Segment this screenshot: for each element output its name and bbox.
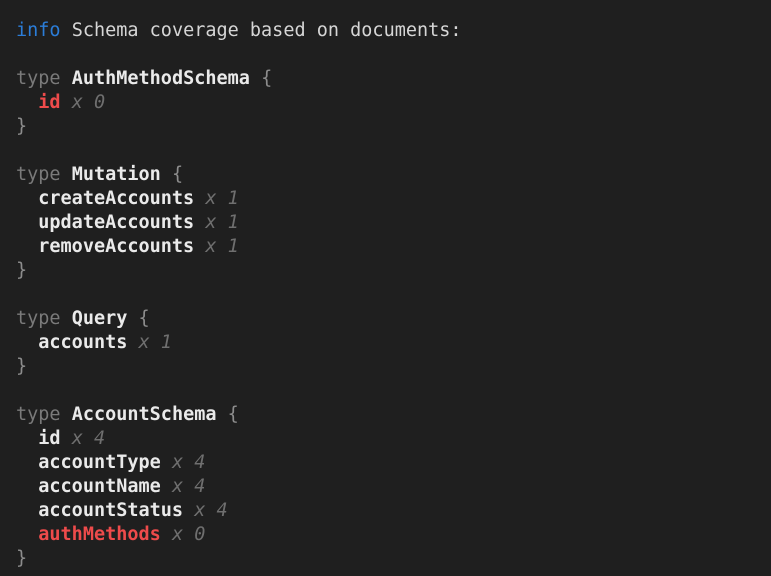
type-name: Mutation [72, 164, 161, 185]
log-header-line: info Schema coverage based on documents: [16, 19, 755, 43]
field-name: removeAccounts [38, 236, 194, 257]
field-line-createaccounts: createAccounts x 1 [16, 187, 755, 211]
usage-label: x [194, 500, 205, 521]
type-keyword: type [16, 404, 61, 425]
field-name: id [38, 428, 60, 449]
open-brace: { [261, 68, 272, 89]
open-brace: { [139, 308, 150, 329]
blank-line [16, 43, 755, 67]
close-brace: } [16, 548, 27, 569]
blank-line [16, 139, 755, 163]
field-usage: x 1 [205, 236, 238, 257]
field-line-id: id x 0 [16, 91, 755, 115]
type-close-accountschema: } [16, 547, 755, 571]
field-name: accountName [38, 476, 161, 497]
field-name: accountType [38, 452, 161, 473]
field-line-accountstatus: accountStatus x 4 [16, 499, 755, 523]
field-usage: x 1 [139, 332, 172, 353]
field-name: updateAccounts [38, 212, 194, 233]
type-keyword: type [16, 308, 61, 329]
blank-line [16, 283, 755, 307]
terminal-output[interactable]: info Schema coverage based on documents:… [0, 0, 771, 576]
type-header-authmethodschema: type AuthMethodSchema { [16, 67, 755, 91]
usage-count: 1 [228, 212, 239, 233]
usage-count: 4 [216, 500, 227, 521]
type-header-query: type Query { [16, 307, 755, 331]
field-line-updateaccounts: updateAccounts x 1 [16, 211, 755, 235]
field-line-id: id x 4 [16, 427, 755, 451]
usage-label: x [205, 188, 216, 209]
usage-label: x [172, 524, 183, 545]
field-usage: x 0 [72, 92, 105, 113]
usage-label: x [205, 212, 216, 233]
type-header-accountschema: type AccountSchema { [16, 403, 755, 427]
field-usage: x 4 [172, 476, 205, 497]
open-brace: { [172, 164, 183, 185]
log-message: Schema coverage based on documents: [72, 20, 462, 41]
field-usage: x 1 [205, 188, 238, 209]
usage-count: 1 [161, 332, 172, 353]
usage-count: 1 [228, 188, 239, 209]
field-usage: x 4 [172, 452, 205, 473]
type-close-authmethodschema: } [16, 115, 755, 139]
usage-label: x [139, 332, 150, 353]
field-line-accountname: accountName x 4 [16, 475, 755, 499]
type-keyword: type [16, 68, 61, 89]
type-name: AuthMethodSchema [72, 68, 250, 89]
close-brace: } [16, 116, 27, 137]
blank-line [16, 379, 755, 403]
field-usage: x 4 [72, 428, 105, 449]
type-header-mutation: type Mutation { [16, 163, 755, 187]
usage-count: 0 [194, 524, 205, 545]
field-name: authMethods [38, 524, 161, 545]
field-usage: x 4 [194, 500, 227, 521]
field-name: accountStatus [38, 500, 183, 521]
field-usage: x 0 [172, 524, 205, 545]
usage-label: x [72, 92, 83, 113]
usage-label: x [205, 236, 216, 257]
usage-label: x [172, 452, 183, 473]
close-brace: } [16, 260, 27, 281]
usage-count: 4 [94, 428, 105, 449]
field-name: id [38, 92, 60, 113]
field-name: createAccounts [38, 188, 194, 209]
field-line-accounttype: accountType x 4 [16, 451, 755, 475]
usage-count: 4 [194, 476, 205, 497]
type-name: AccountSchema [72, 404, 217, 425]
log-level-badge: info [16, 20, 61, 41]
usage-count: 1 [228, 236, 239, 257]
type-close-query: } [16, 355, 755, 379]
field-line-accounts: accounts x 1 [16, 331, 755, 355]
field-line-authmethods: authMethods x 0 [16, 523, 755, 547]
usage-count: 0 [94, 92, 105, 113]
usage-label: x [72, 428, 83, 449]
type-close-mutation: } [16, 259, 755, 283]
type-name: Query [72, 308, 128, 329]
type-keyword: type [16, 164, 61, 185]
usage-label: x [172, 476, 183, 497]
field-name: accounts [38, 332, 127, 353]
close-brace: } [16, 356, 27, 377]
field-usage: x 1 [205, 212, 238, 233]
usage-count: 4 [194, 452, 205, 473]
field-line-removeaccounts: removeAccounts x 1 [16, 235, 755, 259]
open-brace: { [228, 404, 239, 425]
